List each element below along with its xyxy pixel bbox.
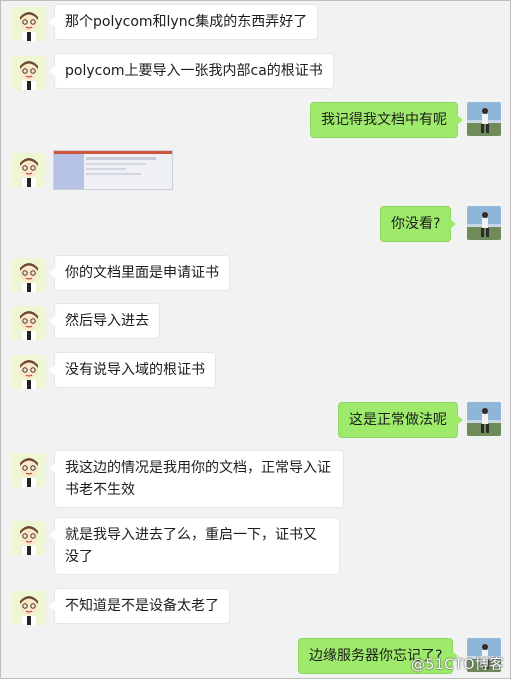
cartoon-avatar-icon[interactable] bbox=[12, 56, 46, 90]
message-text: 这是正常做法呢 bbox=[349, 412, 447, 428]
chat-window: 那个polycom和lync集成的东西弄好了 polycom上要导入一张我内部c… bbox=[0, 0, 511, 679]
cartoon-avatar-icon[interactable] bbox=[12, 355, 46, 389]
message-text: 我这边的情况是我用你的文档，正常导入证书老不生效 bbox=[65, 460, 331, 498]
image-message-thumbnail[interactable] bbox=[53, 150, 173, 190]
message-bubble-received[interactable]: 你的文档里面是申请证书 bbox=[49, 255, 230, 291]
message-text: polycom上要导入一张我内部ca的根证书 bbox=[65, 63, 323, 79]
cartoon-avatar-icon[interactable] bbox=[12, 306, 46, 340]
cartoon-avatar-icon[interactable] bbox=[12, 258, 46, 292]
cartoon-avatar-icon[interactable] bbox=[12, 453, 46, 487]
message-bubble-sent[interactable]: 我记得我文档中有呢 bbox=[310, 102, 463, 138]
message-bubble-received[interactable]: 没有说导入域的根证书 bbox=[49, 352, 216, 388]
message-bubble-received[interactable]: 就是我导入进去了么，重启一下，证书又没了 bbox=[49, 517, 340, 575]
cartoon-avatar-icon[interactable] bbox=[12, 521, 46, 555]
photo-avatar-icon[interactable] bbox=[467, 102, 501, 136]
message-bubble-received[interactable]: 不知道是不是设备太老了 bbox=[49, 588, 230, 624]
message-bubble-received[interactable]: 然后导入进去 bbox=[49, 303, 160, 339]
cartoon-avatar-icon[interactable] bbox=[12, 153, 46, 187]
message-text: 不知道是不是设备太老了 bbox=[65, 598, 219, 614]
message-bubble-received[interactable]: 我这边的情况是我用你的文档，正常导入证书老不生效 bbox=[49, 450, 344, 508]
message-bubble-sent[interactable]: 你没看? bbox=[380, 206, 457, 242]
message-text: 那个polycom和lync集成的东西弄好了 bbox=[65, 14, 308, 30]
message-text: 然后导入进去 bbox=[65, 313, 149, 329]
message-bubble-sent[interactable]: 这是正常做法呢 bbox=[338, 402, 463, 438]
cartoon-avatar-icon[interactable] bbox=[12, 591, 46, 625]
message-text: 你的文档里面是申请证书 bbox=[65, 265, 219, 281]
message-text: 就是我导入进去了么，重启一下，证书又没了 bbox=[65, 527, 317, 565]
photo-avatar-icon[interactable] bbox=[467, 206, 501, 240]
message-text: 你没看? bbox=[391, 216, 441, 232]
message-text: 没有说导入域的根证书 bbox=[65, 362, 205, 378]
message-text: 我记得我文档中有呢 bbox=[321, 112, 447, 128]
photo-avatar-icon[interactable] bbox=[467, 402, 501, 436]
cartoon-avatar-icon[interactable] bbox=[12, 7, 46, 41]
watermark: @51CTO博客 bbox=[410, 657, 504, 673]
message-bubble-received[interactable]: 那个polycom和lync集成的东西弄好了 bbox=[48, 4, 319, 40]
message-bubble-received[interactable]: polycom上要导入一张我内部ca的根证书 bbox=[49, 53, 334, 89]
